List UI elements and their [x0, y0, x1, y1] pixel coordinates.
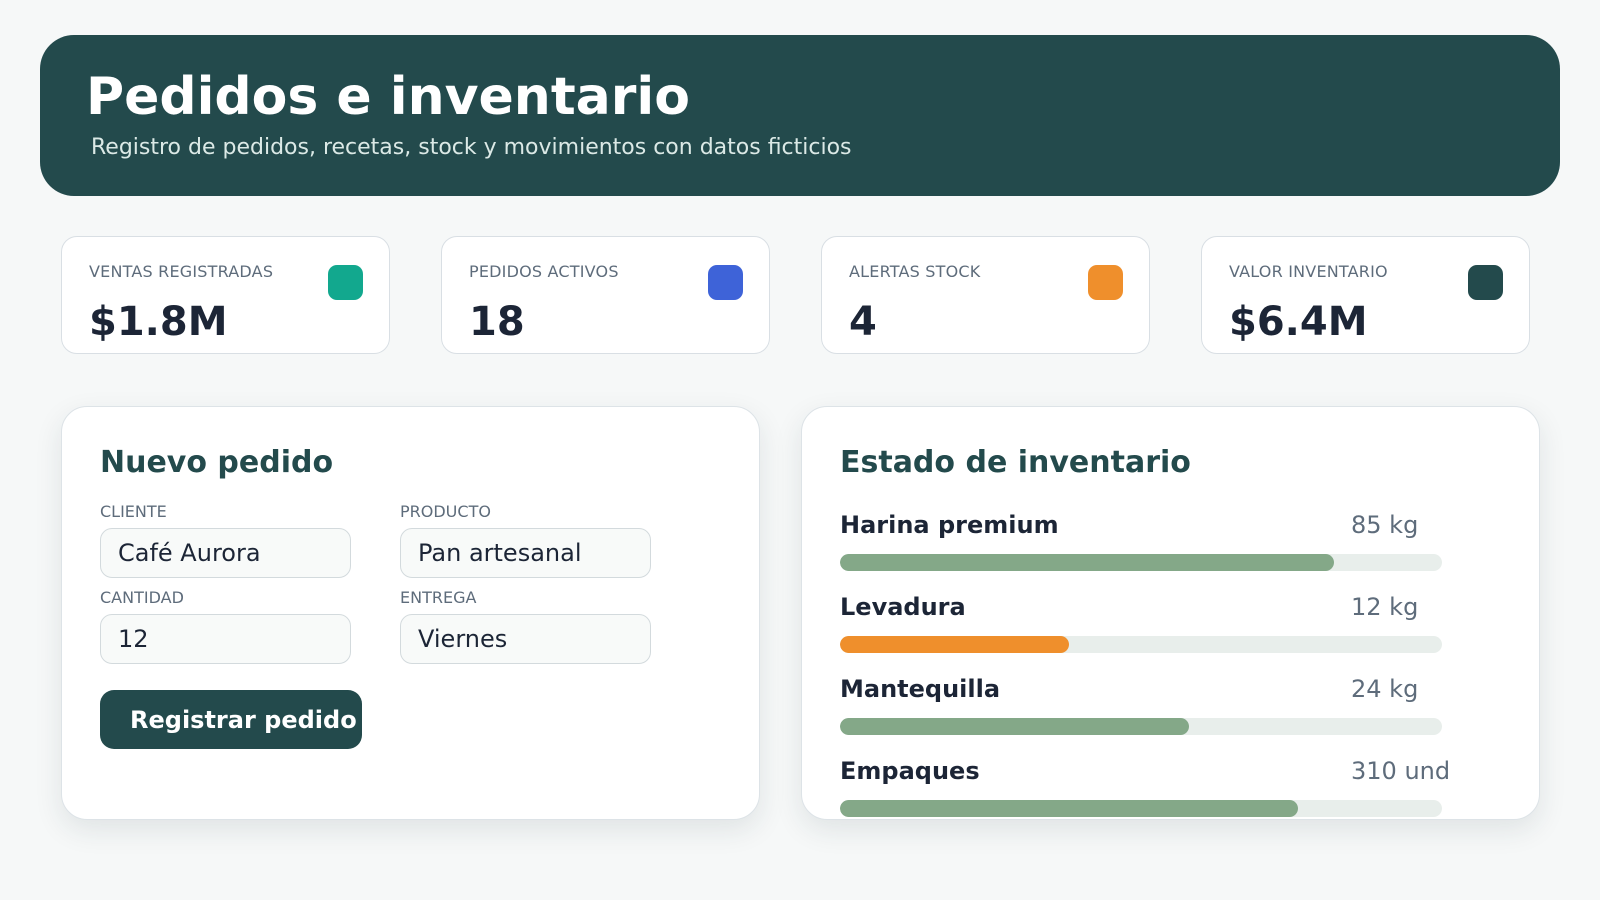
kpi-color-icon: [1088, 265, 1123, 300]
entrega-input[interactable]: [400, 614, 651, 664]
kpi-label: PEDIDOS ACTIVOS: [469, 262, 619, 281]
inventory-item-name: Harina premium: [840, 511, 1059, 539]
kpi-card-valor: VALOR INVENTARIO $6.4M: [1201, 236, 1530, 354]
inventory-level-fill: [840, 718, 1190, 735]
producto-input[interactable]: [400, 528, 651, 578]
cantidad-input[interactable]: [100, 614, 351, 664]
page-subtitle: Registro de pedidos, recetas, stock y mo…: [91, 135, 852, 160]
inventory-level-fill: [840, 554, 1334, 571]
inventory-card: Estado de inventario Harina premium 85 k…: [801, 406, 1540, 820]
cliente-input[interactable]: [100, 528, 351, 578]
cantidad-label: CANTIDAD: [100, 588, 184, 607]
inventory-level-fill: [840, 800, 1298, 817]
inventory-item-name: Levadura: [840, 593, 966, 621]
inventory-item-quantity: 85 kg: [1351, 511, 1419, 539]
inventory-level-fill: [840, 636, 1069, 653]
inventory-item-quantity: 12 kg: [1351, 593, 1419, 621]
kpi-card-pedidos: PEDIDOS ACTIVOS 18: [441, 236, 770, 354]
order-form-title: Nuevo pedido: [100, 445, 334, 480]
inventory-title: Estado de inventario: [840, 445, 1191, 480]
entrega-label: ENTREGA: [400, 588, 477, 607]
kpi-label: VALOR INVENTARIO: [1229, 262, 1388, 281]
kpi-label: VENTAS REGISTRADAS: [89, 262, 274, 281]
kpi-value: 4: [849, 299, 877, 345]
kpi-card-alertas: ALERTAS STOCK 4: [821, 236, 1150, 354]
inventory-item: Harina premium 85 kg: [840, 511, 1480, 571]
register-order-button[interactable]: Registrar pedido: [100, 690, 362, 749]
kpi-label: ALERTAS STOCK: [849, 262, 981, 281]
page-title: Pedidos e inventario: [86, 67, 690, 127]
kpi-color-icon: [1468, 265, 1503, 300]
inventory-item: Levadura 12 kg: [840, 593, 1480, 653]
producto-label: PRODUCTO: [400, 502, 491, 521]
kpi-value: $6.4M: [1229, 299, 1368, 345]
kpi-value: $1.8M: [89, 299, 228, 345]
kpi-value: 18: [469, 299, 525, 345]
inventory-item: Empaques 310 und: [840, 757, 1480, 817]
kpi-color-icon: [328, 265, 363, 300]
page-header: Pedidos e inventario Registro de pedidos…: [40, 35, 1560, 196]
kpi-card-ventas: VENTAS REGISTRADAS $1.8M: [61, 236, 390, 354]
cliente-label: CLIENTE: [100, 502, 167, 521]
inventory-level-track: [840, 636, 1442, 653]
kpi-color-icon: [708, 265, 743, 300]
inventory-level-track: [840, 718, 1442, 735]
inventory-item-name: Mantequilla: [840, 675, 1001, 703]
order-form-card: Nuevo pedido CLIENTE PRODUCTO CANTIDAD E…: [61, 406, 760, 820]
inventory-item-quantity: 24 kg: [1351, 675, 1419, 703]
inventory-level-track: [840, 800, 1442, 817]
inventory-item-quantity: 310 und: [1351, 757, 1451, 785]
inventory-item: Mantequilla 24 kg: [840, 675, 1480, 735]
inventory-level-track: [840, 554, 1442, 571]
inventory-item-name: Empaques: [840, 757, 980, 785]
